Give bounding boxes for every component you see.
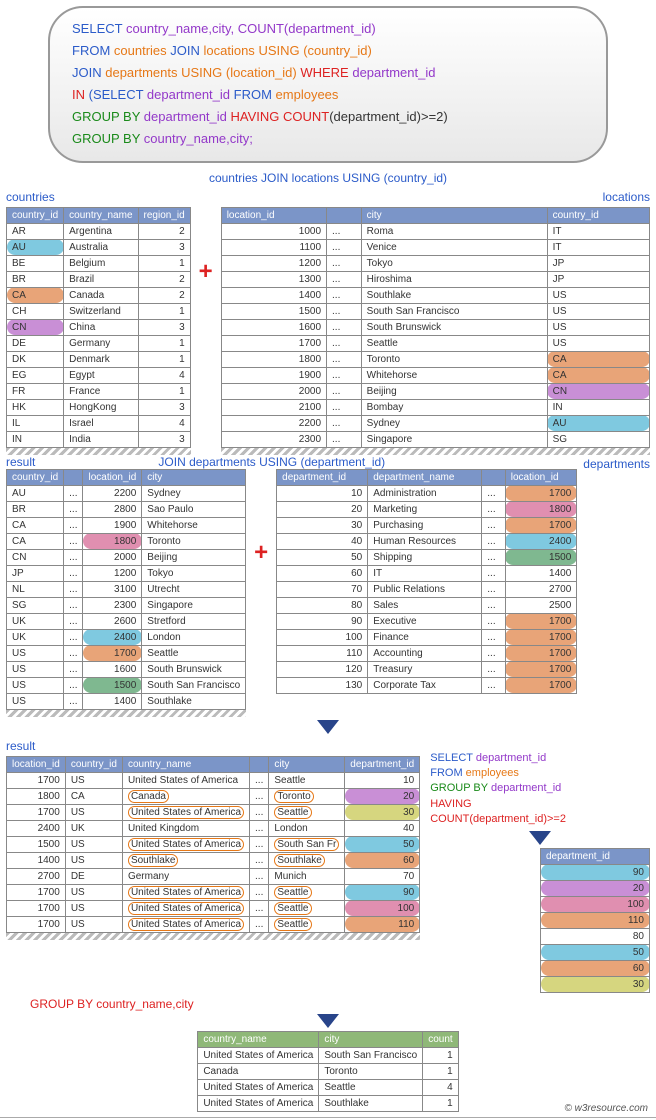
step2-label: JOIN departments USING (department_id): [158, 455, 385, 469]
sql-query-box: SELECT country_name,city, COUNT(departme…: [48, 6, 608, 163]
result2-table: location_idcountry_idcountry_namecitydep…: [6, 756, 420, 933]
countries-label: countries: [6, 190, 191, 204]
departments-table: department_iddepartment_namelocation_id1…: [276, 469, 577, 694]
plus-icon-2: +: [254, 539, 268, 567]
groupby-label: GROUP BY country_name,city: [30, 997, 656, 1011]
result1-label: result: [6, 455, 35, 469]
step1-label: countries JOIN locations USING (country_…: [0, 171, 656, 185]
result1-table: country_idlocation_idcityAU...2200Sydney…: [6, 469, 246, 710]
departments-label: departments: [583, 457, 650, 471]
result2-label: result: [6, 739, 420, 753]
arrow-down-icon: [317, 720, 339, 734]
arrow-down-icon-2: [529, 831, 551, 845]
footer-credit: © w3resource.com: [564, 1103, 648, 1114]
deptids-table: department_id902010011080506030: [540, 848, 650, 993]
locations-label: locations: [221, 190, 650, 204]
subquery-text: SELECT department_id FROM employees GROU…: [430, 751, 650, 828]
final-table: country_namecitycountUnited States of Am…: [197, 1031, 458, 1112]
arrow-down-icon-3: [317, 1014, 339, 1028]
plus-icon: +: [199, 258, 213, 286]
locations-table: location_idcitycountry_id1000...RomaIT11…: [221, 207, 650, 448]
countries-table: country_idcountry_nameregion_idARArgenti…: [6, 207, 191, 448]
